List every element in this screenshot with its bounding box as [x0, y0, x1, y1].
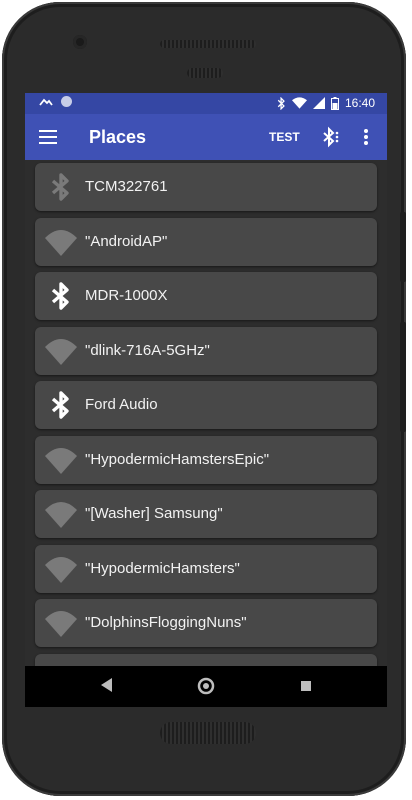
place-card[interactable]: TCM322761 — [35, 163, 377, 211]
place-name: TCM322761 — [85, 178, 168, 195]
signal-icon — [312, 97, 325, 109]
front-camera — [73, 35, 87, 49]
places-list: TCM322761 "AndroidAP" MDR-1000X "dlink-716A… — [35, 163, 377, 707]
clock: 16:40 — [344, 96, 375, 110]
menu-icon[interactable] — [39, 128, 59, 146]
bottom-speaker — [160, 722, 256, 744]
bluetooth-icon — [43, 169, 79, 205]
recents-icon[interactable] — [301, 681, 311, 691]
volume-button — [400, 322, 406, 432]
place-name: "HypodermicHamstersEpic" — [85, 450, 270, 468]
page-title: Places — [89, 127, 147, 147]
navigation-bar — [25, 666, 387, 707]
notification-icon — [39, 98, 53, 106]
place-name: "DolphinsFloggingNuns" — [85, 614, 247, 631]
place-card[interactable]: "AndroidAP" — [35, 217, 377, 266]
place-card[interactable]: MDR-1000X — [35, 272, 377, 320]
place-card[interactable]: "dlink-716A-5GHz" — [35, 326, 377, 375]
app-bar: Places TEST — [25, 114, 387, 160]
home-icon[interactable] — [197, 677, 215, 695]
place-card[interactable]: "HypodermicHamsters" — [35, 544, 377, 593]
status-bar: 16:40 — [25, 93, 387, 114]
place-name: "AndroidAP" — [85, 232, 168, 250]
wifi-icon — [43, 496, 79, 532]
back-icon[interactable] — [101, 678, 113, 692]
place-card[interactable]: "DolphinsFloggingNuns" — [35, 599, 377, 647]
bluetooth-scan-icon[interactable] — [319, 126, 341, 148]
place-card[interactable]: Ford Audio — [35, 381, 377, 429]
phone-frame: 16:40 Places TEST TCM322761 "AndroidAP" … — [2, 2, 406, 796]
place-card[interactable]: "HypodermicHamstersEpic" — [35, 435, 377, 484]
wifi-status-icon — [291, 97, 307, 109]
place-name: MDR-1000X — [85, 287, 168, 304]
bluetooth-status-icon — [277, 96, 285, 110]
wifi-icon — [43, 605, 79, 641]
battery-icon — [330, 96, 339, 110]
place-name: "HypodermicHamsters" — [85, 559, 240, 577]
place-name: "[Washer] Samsung" — [85, 505, 223, 522]
place-name: "dlink-716A-5GHz" — [85, 341, 210, 359]
bluetooth-icon — [43, 278, 79, 314]
place-name: Ford Audio — [85, 396, 158, 413]
wifi-icon — [43, 224, 79, 260]
test-button[interactable]: TEST — [269, 130, 300, 144]
earpiece-speaker — [160, 40, 256, 48]
wifi-icon — [43, 333, 79, 369]
sync-circle-icon — [61, 96, 72, 107]
wifi-icon — [43, 442, 79, 478]
more-options-icon[interactable] — [361, 127, 371, 147]
screen: 16:40 Places TEST TCM322761 "AndroidAP" … — [25, 93, 387, 707]
wifi-icon — [43, 551, 79, 587]
proximity-sensor — [187, 68, 223, 78]
place-card[interactable]: "[Washer] Samsung" — [35, 490, 377, 538]
bluetooth-icon — [43, 387, 79, 423]
power-button — [400, 212, 406, 282]
